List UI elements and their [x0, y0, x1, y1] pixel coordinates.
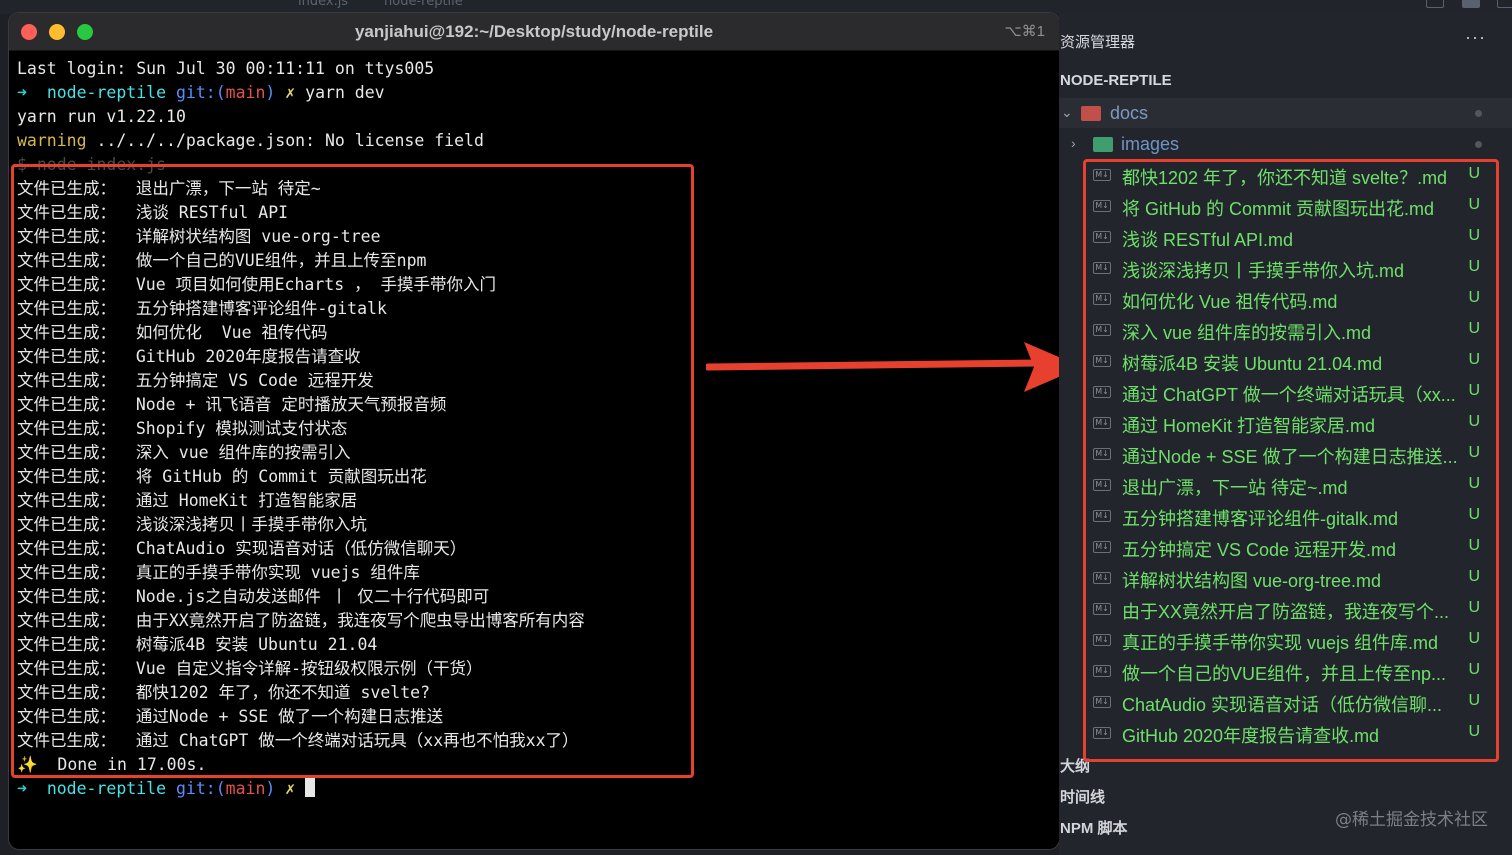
panel-toggle-icon[interactable]: [1462, 0, 1480, 8]
prompt-git-suffix: ): [265, 779, 276, 798]
chevron-right-icon[interactable]: ›: [1071, 135, 1076, 151]
prompt-line: ➜ node-reptile git:(main) ✗ yarn dev: [17, 81, 585, 105]
chevron-down-icon[interactable]: ⌄: [1061, 104, 1073, 121]
more-actions-icon[interactable]: ···: [1465, 27, 1486, 48]
prompt-dirty-icon: ✗: [285, 779, 296, 798]
prompt-branch: main: [225, 83, 266, 102]
folder-name: docs: [1110, 103, 1149, 123]
prompt-directory: node-reptile: [46, 83, 167, 102]
prompt-dirty-icon: ✗: [285, 83, 296, 102]
sidebar-toggle-icon[interactable]: [1497, 0, 1512, 8]
watermark: @稀土掘金技术社区: [1335, 810, 1488, 830]
terminal-highlight-box: [11, 164, 694, 778]
last-login-line: Last login: Sun Jul 30 00:11:11 on ttys0…: [17, 59, 435, 78]
active-prompt-line[interactable]: ➜ node-reptile git:(main) ✗: [17, 777, 585, 801]
explorer-highlight-box: [1083, 159, 1499, 762]
prompt-git-prefix: git:(: [175, 779, 226, 798]
folder-docs[interactable]: ⌄ docs: [1059, 98, 1512, 128]
folder-icon: [1081, 106, 1101, 121]
annotation-arrow-icon: [706, 342, 1082, 392]
background-breadcrumb: node-reptile: [384, 0, 463, 9]
window-shortcut-label: ⌥⌘1: [1004, 23, 1045, 40]
modified-dot-icon: [1475, 110, 1482, 117]
background-editor-strip: index.js node-reptile: [0, 0, 1512, 14]
layout-toggle-icon[interactable]: [1426, 0, 1444, 8]
terminal-titlebar[interactable]: yanjiahui@192:~/Desktop/study/node-repti…: [9, 13, 1059, 51]
typed-command: yarn dev: [305, 83, 385, 102]
prompt-arrow-icon: ➜: [17, 83, 27, 102]
section-npm-scripts[interactable]: NPM 脚本: [1060, 817, 1128, 838]
terminal-title: yanjiahui@192:~/Desktop/study/node-repti…: [354, 22, 714, 41]
prompt-git-suffix: ): [265, 83, 276, 102]
warning-text: ../../../package.json: No license field: [86, 131, 484, 150]
section-timeline[interactable]: 时间线: [1060, 786, 1105, 807]
image-folder-icon: [1093, 137, 1113, 152]
text-cursor: [305, 778, 316, 797]
prompt-directory: node-reptile: [46, 779, 167, 798]
prompt-arrow-icon: ➜: [17, 779, 27, 798]
folder-name: images: [1121, 134, 1180, 154]
warning-label: warning: [17, 131, 87, 150]
background-tab-label: index.js: [298, 0, 349, 9]
project-title[interactable]: NODE-REPTILE: [1060, 72, 1172, 89]
explorer-header: 资源管理器: [1060, 34, 1136, 51]
modified-dot-icon: [1475, 141, 1482, 148]
prompt-git-prefix: git:(: [175, 83, 226, 102]
yarn-run-line: yarn run v1.22.10: [17, 107, 186, 126]
folder-images[interactable]: › images: [1059, 129, 1512, 159]
prompt-branch: main: [225, 779, 266, 798]
warning-line: warning ../../../package.json: No licens…: [17, 129, 585, 153]
